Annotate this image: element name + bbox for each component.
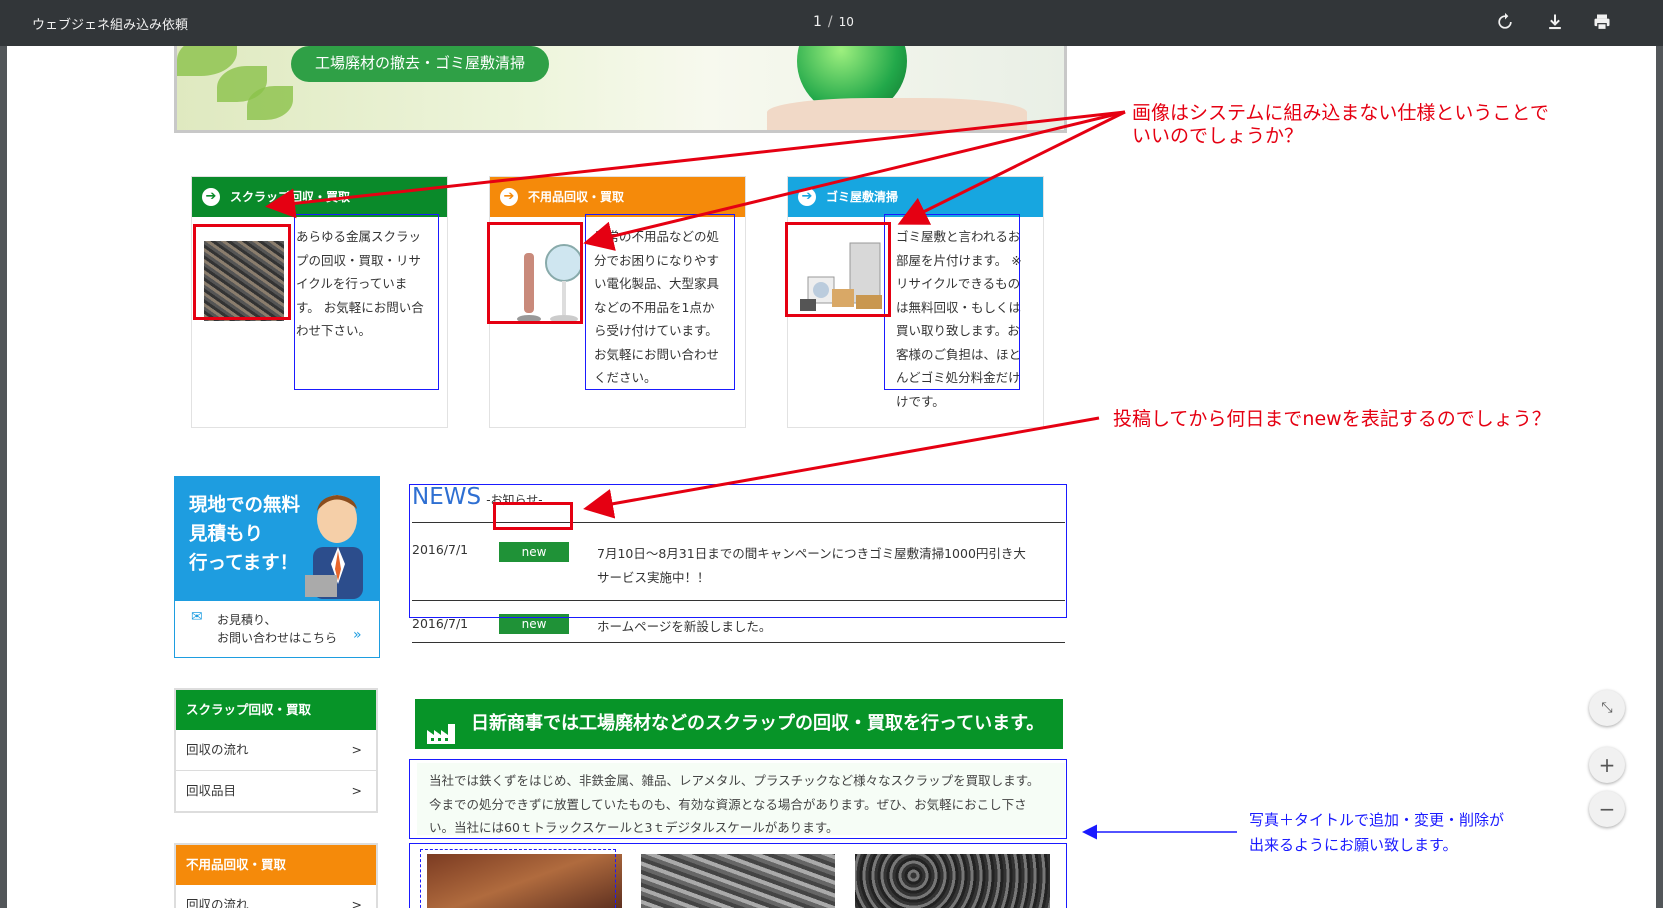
rotate-icon[interactable] xyxy=(1493,12,1517,36)
zoom-out-button[interactable]: − xyxy=(1589,791,1625,827)
fit-page-icon[interactable]: ⤡ xyxy=(1589,690,1625,726)
page-indicator: 1 / 10 xyxy=(813,14,854,30)
print-icon[interactable] xyxy=(1590,12,1614,36)
download-icon[interactable] xyxy=(1543,12,1567,36)
current-page[interactable]: 1 xyxy=(813,14,822,30)
zoom-in-button[interactable]: + xyxy=(1589,747,1625,783)
page-separator: / xyxy=(827,14,833,30)
annotation-arrows xyxy=(265,110,1237,840)
pdf-toolbar: ウェブジェネ組み込み依頼 1 / 10 xyxy=(0,0,1663,46)
total-pages: 10 xyxy=(838,15,854,29)
pdf-page: 工場廃材の撤去・ゴミ屋敷清掃 ➔ スクラップ回収・買取 あらゆる金属スクラップの… xyxy=(7,46,1656,908)
document-title: ウェブジェネ組み込み依頼 xyxy=(32,18,189,33)
